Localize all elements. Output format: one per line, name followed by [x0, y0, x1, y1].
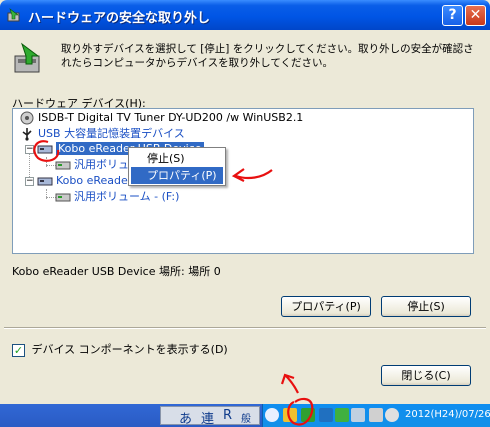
- tree-item-label: ISDB-T Digital TV Tuner DY-UD200 /w WinU…: [38, 111, 304, 124]
- tree-item-generic-volume-f[interactable]: 汎用ボリューム - (F:): [55, 189, 179, 205]
- window-title: ハードウェアの安全な取り外し: [28, 11, 211, 26]
- tree-item-label: 汎用ボリュ: [74, 158, 129, 171]
- tree-item-usb-storage[interactable]: USB 大容量記憶装置デバイス: [19, 126, 185, 142]
- arrow-annotation-tray: [280, 373, 299, 394]
- properties-button[interactable]: プロパティ(P): [281, 296, 371, 317]
- menu-item-properties[interactable]: プロパティ(P): [131, 167, 223, 184]
- tray-app-icon[interactable]: [319, 408, 333, 422]
- help-button[interactable]: ?: [442, 5, 463, 26]
- title-bar[interactable]: ハードウェアの安全な取り外し ? ✕: [0, 0, 490, 30]
- device-location-text: Kobo eReader USB Device 場所: 場所 0: [12, 265, 221, 278]
- tree-item-tv-tuner[interactable]: ISDB-T Digital TV Tuner DY-UD200 /w WinU…: [19, 110, 303, 126]
- tray-app-icon[interactable]: [335, 408, 349, 422]
- tray-app-icon[interactable]: [283, 408, 297, 422]
- safely-remove-hardware-tray-icon[interactable]: [301, 408, 315, 422]
- ime-toolbar[interactable]: あ 連 R 般: [160, 406, 260, 427]
- instruction-text: 取り外すデバイスを選択して [停止] をクリックしてください。取り外しの安全が確…: [61, 43, 474, 69]
- stop-button[interactable]: 停止(S): [381, 296, 471, 317]
- usb-device-icon: [20, 111, 34, 125]
- volume-tray-icon[interactable]: [385, 408, 399, 422]
- tray-app-icon[interactable]: [369, 408, 383, 422]
- show-components-label: デバイス コンポーネントを表示する(D): [31, 343, 228, 356]
- tree-item-generic-volume[interactable]: 汎用ボリュ: [55, 157, 129, 173]
- close-window-button[interactable]: ✕: [465, 5, 486, 26]
- ime-mode-hiragana[interactable]: あ: [179, 408, 192, 427]
- tree-item-label: Kobo eReader: [56, 174, 133, 187]
- tray-expand-icon[interactable]: [265, 408, 279, 422]
- divider: [4, 327, 486, 329]
- tree-item-label: USB 大容量記憶装置デバイス: [38, 127, 185, 140]
- drive-icon: [37, 177, 53, 186]
- ime-romaji-mode[interactable]: R: [223, 408, 232, 423]
- ime-dictionary[interactable]: 般: [241, 410, 251, 425]
- tree-item-label: 汎用ボリューム - (F:): [74, 190, 180, 203]
- tree-item-kobo-device[interactable]: Kobo eReader: [37, 173, 132, 189]
- device-tree[interactable]: ISDB-T Digital TV Tuner DY-UD200 /w WinU…: [12, 108, 474, 254]
- volume-icon: [55, 193, 71, 202]
- context-menu: 停止(S) プロパティ(P): [128, 147, 226, 186]
- drive-icon: [37, 145, 53, 154]
- close-button[interactable]: 閉じる(C): [381, 365, 471, 386]
- safely-remove-hardware-icon: [14, 42, 40, 73]
- volume-icon: [55, 161, 71, 170]
- show-components-row[interactable]: ✓ デバイス コンポーネントを表示する(D): [12, 343, 228, 357]
- collapse-toggle[interactable]: −: [25, 177, 34, 186]
- safely-remove-hardware-icon: [7, 8, 20, 22]
- show-components-checkbox[interactable]: ✓: [12, 343, 25, 357]
- system-tray: 2012(H24)/07/26: [262, 404, 490, 427]
- ime-conversion-mode[interactable]: 連: [201, 408, 214, 427]
- taskbar: あ 連 R 般 2012(H24)/07/26: [0, 404, 490, 427]
- tray-app-icon[interactable]: [351, 408, 365, 422]
- menu-item-stop[interactable]: 停止(S): [131, 150, 223, 167]
- collapse-toggle[interactable]: −: [25, 145, 34, 154]
- usb-icon: [22, 128, 32, 141]
- clock: 2012(H24)/07/26: [405, 409, 490, 420]
